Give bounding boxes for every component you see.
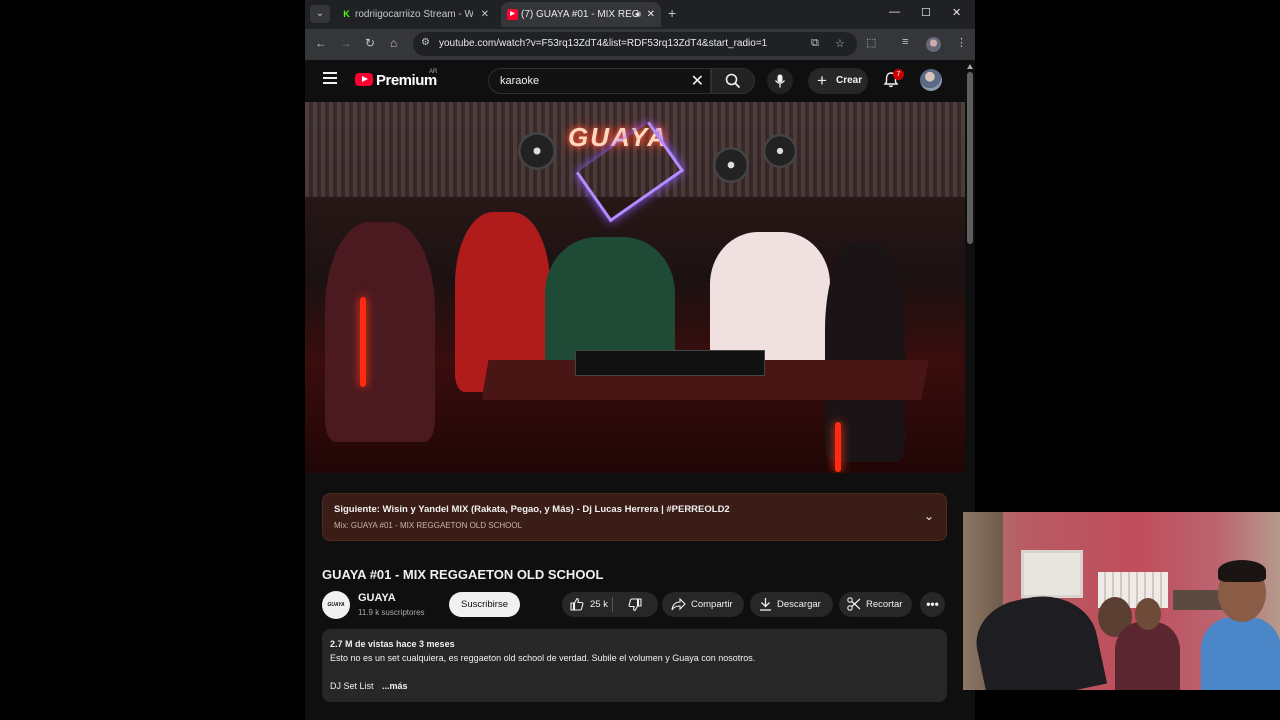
share-arrow-icon <box>671 592 686 619</box>
video-vinyl-record <box>713 147 749 183</box>
browser-window: ⌄ K rodriigocarriizo Stream - Watch ✕ ▶ … <box>305 0 975 720</box>
create-button[interactable]: + Crear <box>808 68 868 94</box>
channel-name[interactable]: GUAYA <box>358 592 396 604</box>
kick-favicon-icon: K <box>343 9 350 19</box>
tab-title: rodriigocarriizo Stream - Watch <box>355 9 473 20</box>
up-next-banner[interactable]: Siguiente: Wisin y Yandel MIX (Rakata, P… <box>322 493 947 541</box>
search-input[interactable]: karaoke ✕ <box>488 68 711 94</box>
download-label: Descargar <box>777 599 821 610</box>
url-text: youtube.com/watch?v=F53rq13ZdT4&list=RDF… <box>439 38 768 49</box>
more-horizontal-icon: ••• <box>926 597 939 611</box>
clip-button[interactable]: Recortar <box>839 592 912 617</box>
reload-icon[interactable]: ↻ <box>365 36 375 50</box>
search-button[interactable] <box>711 68 755 94</box>
tab-search-button[interactable]: ⌄ <box>310 5 330 23</box>
screen: ⌄ K rodriigocarriizo Stream - Watch ✕ ▶ … <box>0 0 1280 720</box>
tab-youtube-active[interactable]: ▶ (7) GUAYA #01 - MIX REGGAE 🔊︎ ✕ <box>501 2 661 27</box>
description-text: Esto no es un set cualquiera, es reggaet… <box>330 653 756 663</box>
profile-avatar[interactable] <box>926 37 941 52</box>
webcam-person <box>1115 622 1180 690</box>
up-next-title[interactable]: Siguiente: Wisin y Yandel MIX (Rakata, P… <box>334 504 730 515</box>
youtube-premium-wordmark[interactable]: Premium <box>376 72 437 89</box>
like-count: 25 k <box>590 599 608 610</box>
thumbs-down-icon <box>628 598 642 612</box>
video-vinyl-record <box>518 132 556 170</box>
description-box[interactable]: 2.7 M de vistas hace 3 meses Esto no es … <box>322 629 947 702</box>
tab-close-icon[interactable]: ✕ <box>481 2 489 27</box>
scroll-up-arrow-icon[interactable] <box>967 64 973 69</box>
search-query: karaoke <box>500 75 540 87</box>
audio-playing-icon[interactable]: 🔊︎ <box>635 2 641 27</box>
forward-icon[interactable]: → <box>340 36 352 50</box>
show-more-link[interactable]: ...más <box>382 681 408 691</box>
create-label: Crear <box>836 75 863 86</box>
like-divider <box>612 597 613 612</box>
scroll-thumb[interactable] <box>967 72 973 244</box>
video-title: GUAYA #01 - MIX REGGAETON OLD SCHOOL <box>322 567 604 582</box>
more-actions-button[interactable]: ••• <box>920 592 945 617</box>
extensions-icon[interactable]: ⬚ <box>866 36 876 49</box>
video-vinyl-record <box>763 134 797 168</box>
share-label: Compartir <box>691 599 733 610</box>
home-icon[interactable]: ⌂ <box>390 36 397 50</box>
guide-menu-icon[interactable] <box>323 72 337 86</box>
back-icon[interactable]: ← <box>315 36 327 50</box>
view-count-and-date: 2.7 M de vistas hace 3 meses <box>330 639 455 649</box>
tab-title: (7) GUAYA #01 - MIX REGGAE <box>521 9 639 20</box>
youtube-masthead: Premium AR karaoke ✕ + Crear 7 <box>305 60 965 102</box>
youtube-logo-icon[interactable] <box>355 73 373 86</box>
new-tab-icon[interactable]: + <box>668 5 676 21</box>
plus-icon: + <box>817 71 827 90</box>
webcam-window <box>1021 550 1083 598</box>
clip-label: Recortar <box>866 599 903 610</box>
subscribe-button[interactable]: Suscribirse <box>449 592 520 617</box>
tab-kick-stream[interactable]: K rodriigocarriizo Stream - Watch ✕ <box>335 2 495 27</box>
video-light <box>360 297 366 387</box>
voice-search-button[interactable] <box>767 68 793 94</box>
video-person <box>710 232 830 362</box>
chevron-down-icon[interactable]: ⌄ <box>924 509 934 523</box>
window-close-icon[interactable]: ✕ <box>952 6 961 19</box>
like-button[interactable] <box>570 592 584 619</box>
video-dj-controller <box>575 350 765 376</box>
scissors-icon <box>847 592 861 619</box>
dislike-button[interactable] <box>628 592 642 620</box>
search-icon <box>725 73 741 89</box>
channel-avatar[interactable]: GUAYA <box>322 591 350 619</box>
bookmark-star-icon[interactable]: ☆ <box>835 37 845 50</box>
microphone-icon <box>774 74 786 88</box>
browser-toolbar: ← → ↻ ⌂ ⚙ youtube.com/watch?v=F53rq13ZdT… <box>305 29 975 60</box>
share-button[interactable]: Compartir <box>662 592 744 617</box>
subscriber-count: 11.9 k suscriptores <box>358 608 425 617</box>
site-info-icon[interactable]: ⚙ <box>421 37 430 48</box>
browser-menu-icon[interactable]: ⋮ <box>956 36 967 49</box>
webcam-person-head <box>1135 598 1161 630</box>
webcam-overlay <box>963 512 1280 690</box>
tab-close-icon[interactable]: ✕ <box>647 2 655 27</box>
media-controls-icon[interactable]: ≡ <box>902 36 908 48</box>
video-player[interactable]: GUAYA <box>305 102 965 473</box>
notification-count-badge: 7 <box>893 69 904 80</box>
like-dislike-group: 25 k <box>562 592 658 617</box>
download-button[interactable]: Descargar <box>750 592 833 617</box>
clear-search-icon[interactable]: ✕ <box>691 71 704 91</box>
video-person <box>325 222 435 442</box>
install-app-icon[interactable]: ⧉ <box>811 37 819 50</box>
maximize-icon[interactable]: ☐ <box>921 6 931 19</box>
tab-strip: ⌄ K rodriigocarriizo Stream - Watch ✕ ▶ … <box>305 0 975 29</box>
account-avatar[interactable] <box>920 69 942 91</box>
youtube-favicon-icon: ▶ <box>507 9 518 20</box>
webcam-person-hair <box>1218 560 1266 582</box>
up-next-playlist: Mix: GUAYA #01 - MIX REGGAETON OLD SCHOO… <box>334 521 523 530</box>
webcam-person <box>1201 617 1280 690</box>
download-icon <box>759 592 772 619</box>
video-light <box>835 422 841 472</box>
region-code: AR <box>429 69 438 75</box>
dj-set-list-text: DJ Set List <box>330 681 374 691</box>
minimize-icon[interactable]: — <box>889 6 900 18</box>
address-bar[interactable]: ⚙ youtube.com/watch?v=F53rq13ZdT4&list=R… <box>413 32 857 56</box>
thumbs-up-icon <box>570 597 584 611</box>
